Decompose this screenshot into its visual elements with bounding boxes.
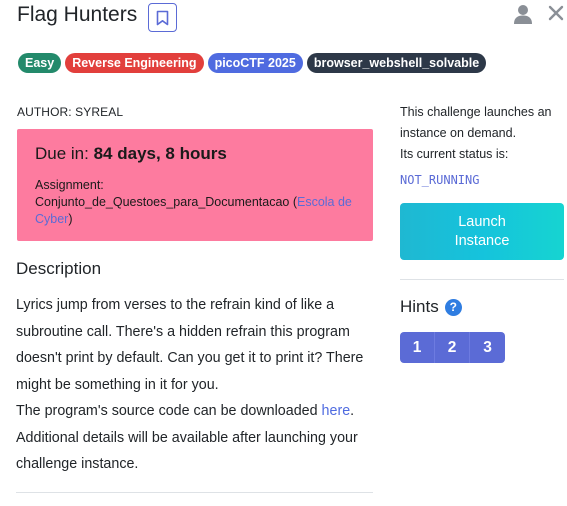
due-line: Due in: 84 days, 8 hours	[35, 144, 227, 164]
tag-webshell: browser_webshell_solvable	[306, 53, 487, 73]
hint-button-1[interactable]: 1	[400, 332, 435, 363]
description-divider	[16, 492, 373, 493]
download-line: The program's source code can be downloa…	[16, 398, 378, 425]
status-label: Its current status is:	[400, 147, 509, 161]
sidebar-divider	[400, 279, 564, 280]
question-circle-icon[interactable]: ?	[444, 298, 462, 316]
due-box: Due in: 84 days, 8 hours Assignment: Con…	[17, 129, 373, 241]
additional-details: Additional details will be available aft…	[16, 429, 358, 473]
launch-instance-button[interactable]: Launch Instance	[400, 203, 564, 260]
bookmark-button[interactable]	[148, 3, 177, 32]
assignment-info: Assignment: Conjunto_de_Questoes_para_Do…	[35, 177, 365, 228]
launch-line1: Launch	[458, 213, 506, 230]
tag-category: Reverse Engineering	[65, 53, 204, 73]
download-prefix: The program's source code can be downloa…	[16, 403, 322, 419]
assignment-close: )	[68, 212, 73, 226]
description-text: Lyrics jump from verses to the refrain k…	[16, 292, 378, 478]
bookmark-icon	[156, 10, 169, 25]
description-heading: Description	[16, 259, 102, 278]
tag-list: Easy Reverse Engineering picoCTF 2025 br…	[18, 53, 487, 73]
hint-button-group: 1 2 3	[400, 332, 505, 363]
tag-event: picoCTF 2025	[207, 53, 303, 73]
hint-button-2[interactable]: 2	[435, 332, 470, 363]
due-prefix: Due in:	[35, 144, 94, 163]
close-icon[interactable]	[545, 2, 567, 24]
user-icon[interactable]	[512, 4, 534, 24]
due-value: 84 days, 8 hours	[93, 144, 227, 163]
hints-heading: Hints ?	[400, 297, 462, 317]
launch-line2: Instance	[454, 232, 510, 249]
download-suffix: .	[350, 403, 355, 419]
instance-status: NOT_RUNNING	[400, 173, 480, 187]
tag-difficulty: Easy	[18, 53, 62, 73]
author-label: AUTHOR: SYREAL	[17, 105, 124, 119]
instance-info-text: This challenge launches an instance on d…	[400, 105, 552, 140]
assignment-label: Assignment:	[35, 178, 104, 192]
instance-info: This challenge launches an instance on d…	[400, 102, 560, 165]
challenge-title: Flag Hunters	[17, 3, 138, 26]
description-body: Lyrics jump from verses to the refrain k…	[16, 297, 364, 393]
assignment-name: Conjunto_de_Questoes_para_Documentacao (	[35, 195, 297, 209]
hint-button-3[interactable]: 3	[470, 332, 505, 363]
download-link[interactable]: here	[322, 403, 351, 419]
hints-title: Hints	[400, 297, 439, 316]
